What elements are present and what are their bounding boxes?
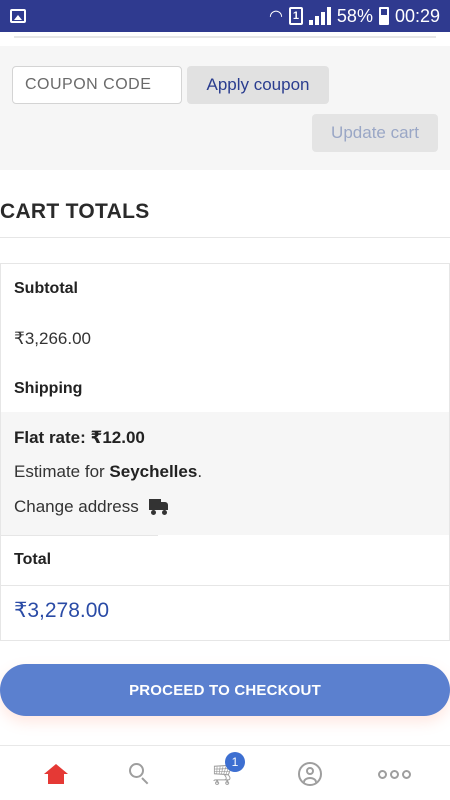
nav-account[interactable] [290,758,330,790]
signal-icon [308,7,331,25]
subtotal-label: Subtotal [14,280,78,297]
shipping-details: Flat rate: ₹12.00 Estimate for Seychelle… [1,412,449,535]
nav-search[interactable] [120,758,160,790]
gallery-notification-icon [10,9,26,23]
truck-icon [148,499,169,515]
update-cart-button[interactable]: Update cart [312,114,438,152]
total-value: ₹3,278.00 [14,599,110,622]
nav-cart[interactable]: 🛒︎ 1 [205,752,245,790]
change-address-link[interactable]: Change address [14,497,169,517]
subtotal-value: ₹3,266.00 [14,329,91,348]
change-address-label: Change address [14,497,139,516]
total-label: Total [14,551,52,568]
title-divider [0,237,450,238]
coupon-panel: Apply coupon Update cart [0,46,450,170]
estimate-country: Seychelles [109,462,198,481]
nav-more[interactable] [374,758,414,790]
cart-totals-table: Subtotal ₹3,266.00 Shipping Flat rate: ₹… [0,263,450,641]
shipping-divider [1,535,158,536]
estimate-suffix: . [197,462,203,481]
proceed-to-checkout-button[interactable]: PROCEED TO CHECKOUT [0,664,450,716]
shipping-label: Shipping [14,380,83,397]
user-icon [298,762,322,786]
bottom-navigation: 🛒︎ 1 [0,745,450,800]
battery-percent: 58% [336,5,373,26]
shipping-estimate: Estimate for Seychelles. [14,462,202,482]
flat-rate-option: Flat rate: ₹12.00 [14,428,145,447]
battery-icon [378,7,389,25]
nav-home[interactable] [36,758,76,790]
coupon-code-input[interactable] [12,66,182,104]
apply-coupon-button[interactable]: Apply coupon [187,66,329,104]
search-icon [129,763,151,785]
more-icon [377,769,411,779]
cart-totals-title: CART TOTALS [0,200,150,223]
cart-count-badge: 1 [225,752,245,772]
wifi-icon: ◠ [268,8,283,25]
clock: 00:29 [394,5,440,26]
top-divider [14,36,436,38]
status-bar: ◠ 1 58% 00:29 [0,0,450,32]
sim-icon: 1 [288,7,303,25]
home-icon [44,764,68,784]
total-divider [1,585,449,586]
estimate-prefix: Estimate for [14,462,110,481]
